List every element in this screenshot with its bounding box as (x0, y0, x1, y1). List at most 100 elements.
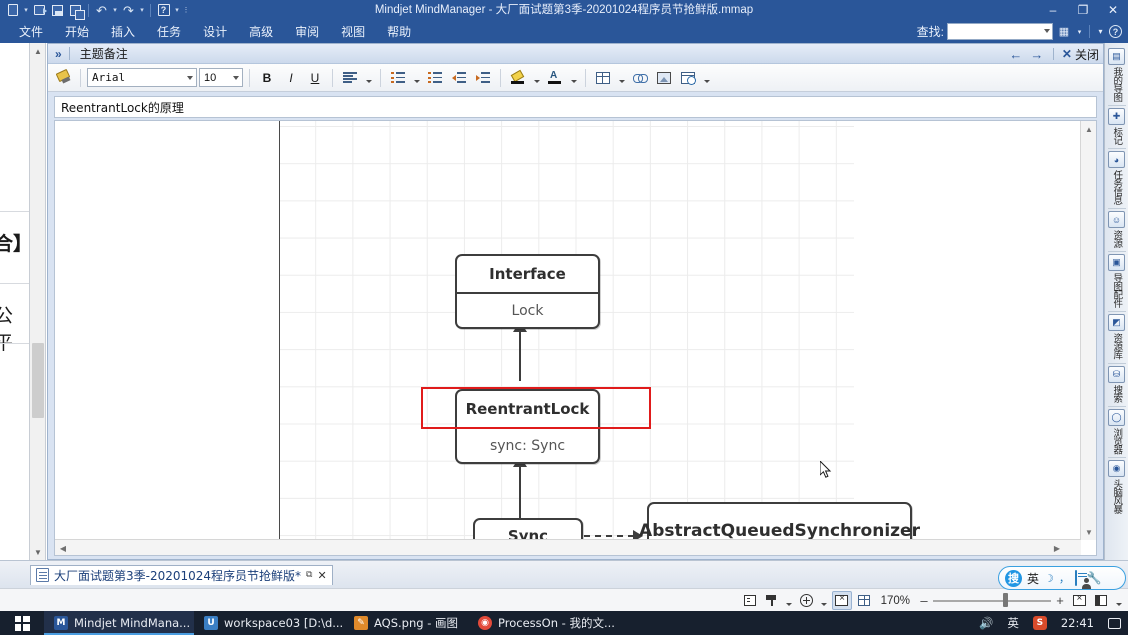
numbered-list-chevron-down-icon[interactable] (411, 67, 422, 89)
outline-view-icon[interactable] (740, 591, 760, 610)
find-dropdown-icon[interactable] (1044, 29, 1050, 33)
right-panel-item-my-maps[interactable]: ▤ 我的导图 (1106, 46, 1128, 105)
datetime-chevron-down-icon[interactable] (701, 67, 712, 89)
canvas-scroll-down-icon[interactable]: ▼ (1081, 524, 1096, 540)
undo-icon[interactable]: ↶ (93, 2, 110, 19)
fit-map-icon[interactable] (831, 591, 852, 610)
tray-ime-label[interactable]: 英 (1000, 611, 1026, 635)
taskbar-item-mindmanager[interactable]: M Mindjet MindMana... (44, 611, 194, 635)
notification-icon[interactable] (1101, 611, 1128, 635)
font-family-chevron-down-icon[interactable] (187, 76, 193, 80)
right-panel-item-search[interactable]: ⛁ 搜索 (1106, 364, 1128, 406)
menu-item-view[interactable]: 视图 (330, 21, 376, 42)
right-panel-item-browser[interactable]: ◯ 浏览器 (1106, 407, 1128, 458)
insert-image-icon[interactable] (653, 67, 675, 89)
taskbar-item-chrome[interactable]: ◉ ProcessOn - 我的文... (468, 611, 618, 635)
font-size-chevron-down-icon[interactable] (233, 76, 239, 80)
find-input[interactable] (947, 23, 1053, 40)
outline-scrollbar[interactable]: ▲ ▼ (30, 43, 46, 560)
font-size-select[interactable]: 10 (199, 68, 243, 87)
menu-item-task[interactable]: 任务 (146, 21, 192, 42)
zoom-selection-icon[interactable] (797, 591, 817, 610)
node-aqs[interactable]: AbstractQueuedSynchronizer (639, 502, 920, 540)
canvas-scroll-left-icon[interactable]: ◀ (55, 540, 71, 555)
right-panel-item-resources[interactable]: ☺ 资源 (1106, 209, 1128, 251)
document-tab[interactable]: 大厂面试题第3季-20201024程序员节抢鲜版* ⧉ ✕ (30, 564, 333, 585)
split-view-icon[interactable] (1091, 591, 1111, 610)
ime-mode-label[interactable]: 英 (1027, 570, 1039, 587)
filter-icon[interactable] (762, 591, 782, 610)
canvas-scroll-up-icon[interactable]: ▲ (1081, 121, 1096, 137)
wrench-icon[interactable]: 🔧 (1087, 571, 1102, 585)
keyboard-icon[interactable] (1074, 570, 1077, 586)
insert-table-icon[interactable] (592, 67, 614, 89)
bold-button[interactable]: B (256, 67, 278, 89)
help-dropdown-icon[interactable]: ▾ (173, 2, 181, 19)
outline-panel[interactable]: 合】 公平 (0, 43, 30, 560)
font-color-icon[interactable] (544, 67, 566, 89)
scroll-up-icon[interactable]: ▲ (30, 43, 46, 59)
format-painter-icon[interactable] (52, 67, 74, 89)
font-family-select[interactable]: Arial (87, 68, 197, 87)
increase-indent-icon[interactable] (472, 67, 494, 89)
close-notes-button[interactable]: ✕ 关闭 (1062, 46, 1099, 63)
canvas-horizontal-scrollbar[interactable]: ◀ ▶ (55, 539, 1081, 555)
ime-floating-bar[interactable]: 搜 英 ☽ ， 🔧 (998, 566, 1126, 590)
bulleted-list-icon[interactable] (424, 67, 446, 89)
underline-button[interactable]: U (304, 67, 326, 89)
find-options-icon[interactable]: ▦ (1056, 23, 1072, 40)
save-as-icon[interactable] (67, 2, 85, 20)
notes-canvas[interactable]: Interface Lock ReentrantLock sync: Sync … (54, 120, 1097, 556)
node-lock[interactable]: Interface Lock (455, 254, 600, 329)
menu-item-design[interactable]: 设计 (192, 21, 238, 42)
help-icon[interactable]: ? (155, 2, 172, 19)
find-options-dropdown-icon[interactable]: ▾ (1075, 23, 1084, 40)
page-layout-icon[interactable] (854, 591, 874, 610)
right-panel-item-task-info[interactable]: ◕ 任务信息 (1106, 149, 1128, 208)
menu-item-insert[interactable]: 插入 (100, 21, 146, 42)
align-chevron-down-icon[interactable] (363, 67, 374, 89)
note-title-field[interactable]: ReentrantLock的原理 (54, 96, 1097, 118)
redo-icon[interactable]: ↷ (120, 2, 137, 19)
zoom-out-button[interactable]: – (917, 593, 931, 608)
new-doc-dropdown-icon[interactable]: ▾ (22, 2, 30, 19)
qat-overflow-icon[interactable]: ⋮ (182, 2, 190, 19)
nav-forward-icon[interactable]: → (1029, 47, 1045, 62)
menu-item-home[interactable]: 开始 (54, 21, 100, 42)
clock[interactable]: 22:41 (1054, 611, 1101, 635)
numbered-list-icon[interactable] (387, 67, 409, 89)
decrease-indent-icon[interactable] (448, 67, 470, 89)
menu-item-advanced[interactable]: 高级 (238, 21, 284, 42)
help-circle-icon[interactable]: ? (1109, 25, 1122, 38)
menu-item-help[interactable]: 帮助 (376, 21, 422, 42)
italic-button[interactable]: I (280, 67, 302, 89)
right-panel-item-brainstorm[interactable]: ◉ 头脑风暴 (1106, 458, 1128, 517)
filter-chevron-down-icon[interactable] (784, 590, 795, 612)
node-sync[interactable]: Sync (473, 518, 583, 540)
volume-icon[interactable]: 🔊 (972, 611, 1000, 635)
start-icon[interactable] (0, 611, 44, 635)
close-button[interactable]: ✕ (1098, 0, 1128, 20)
expand-chevron-icon[interactable]: » (48, 47, 69, 61)
node-reentrantlock[interactable]: ReentrantLock sync: Sync (455, 389, 600, 464)
save-icon[interactable] (49, 2, 66, 19)
open-folder-icon[interactable] (31, 2, 48, 19)
nav-back-icon[interactable]: ← (1008, 47, 1024, 62)
scroll-down-icon[interactable]: ▼ (30, 544, 46, 560)
menu-item-review[interactable]: 审阅 (284, 21, 330, 42)
split-view-chevron-down-icon[interactable] (1113, 590, 1124, 612)
taskbar-item-workspace[interactable]: U workspace03 [D:\d... (194, 611, 344, 635)
canvas-scroll-right-icon[interactable]: ▶ (1049, 540, 1065, 555)
font-color-chevron-down-icon[interactable] (568, 67, 579, 89)
sogou-icon[interactable]: S (1026, 611, 1054, 635)
taskbar-item-paint[interactable]: ✎ AQS.png - 画图 (344, 611, 468, 635)
tab-close-icon[interactable]: ✕ (317, 569, 326, 582)
hyperlink-icon[interactable] (629, 67, 651, 89)
moon-icon[interactable]: ☽ (1044, 572, 1054, 585)
redo-dropdown-icon[interactable]: ▾ (138, 2, 146, 19)
zoom-slider-knob[interactable] (1003, 593, 1008, 607)
fit-to-window-icon[interactable] (1069, 591, 1089, 610)
outline-scroll-thumb[interactable] (32, 343, 44, 418)
zoom-in-button[interactable]: + (1053, 593, 1067, 608)
ime-logo-icon[interactable]: 搜 (1005, 569, 1022, 587)
